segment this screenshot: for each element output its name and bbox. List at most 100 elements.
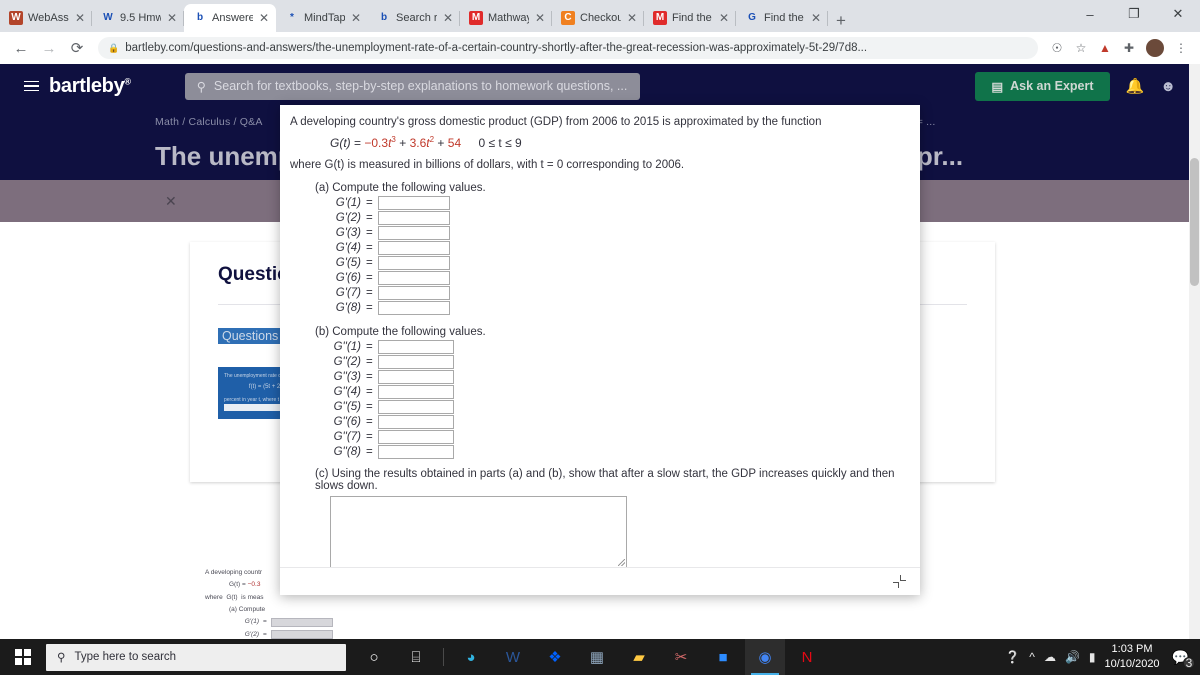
value-input[interactable] [377, 415, 454, 429]
dropbox-icon[interactable]: ❖ [535, 639, 575, 675]
page-scrollbar[interactable] [1189, 64, 1200, 639]
chegg-icon: C [561, 11, 575, 25]
windows-start-icon[interactable] [0, 649, 46, 665]
browser-tabs: W WebAssig ✕ W 9.5 Hmwk ✕ b Answered ✕ * MindTap -… [0, 0, 828, 32]
value-input[interactable] [377, 271, 450, 285]
value-row: G'(8) = [315, 301, 906, 315]
value-input[interactable] [377, 430, 454, 444]
close-tab-button[interactable]: ✕ [534, 12, 546, 24]
netflix-icon[interactable]: N [787, 639, 827, 675]
minimize-button[interactable]: – [1068, 7, 1112, 22]
value-input[interactable] [377, 256, 450, 270]
browser-tab[interactable]: b Answered ✕ [184, 4, 276, 32]
browser-tab[interactable]: G Find the p ✕ [736, 4, 828, 32]
collapse-fullscreen-icon[interactable] [893, 575, 906, 588]
value-row: G''(3) = [315, 370, 906, 384]
close-tab-button[interactable]: ✕ [626, 12, 638, 24]
zoom-out-icon[interactable]: ☉ [1046, 41, 1068, 55]
zoom-icon[interactable]: ■ [703, 639, 743, 675]
value-input[interactable] [377, 400, 454, 414]
close-tab-button[interactable]: ✕ [350, 12, 362, 24]
close-tab-button[interactable]: ✕ [810, 12, 822, 24]
value-input[interactable] [377, 211, 450, 225]
close-tab-button[interactable]: ✕ [442, 12, 454, 24]
browser-tab[interactable]: W 9.5 Hmwk ✕ [92, 4, 184, 32]
profile-avatar[interactable] [1146, 39, 1164, 57]
edge-icon[interactable]: ◕ [451, 639, 491, 675]
browser-tab[interactable]: M Mathway ✕ [460, 4, 552, 32]
mathway-icon: M [469, 11, 483, 25]
value-input[interactable] [377, 241, 450, 255]
bookmark-star-icon[interactable]: ☆ [1070, 41, 1092, 55]
snip-sketch-icon[interactable]: ✂ [661, 639, 701, 675]
value-input[interactable] [377, 340, 454, 354]
value-input[interactable] [377, 385, 454, 399]
taskbar-search-input[interactable]: ⚲ Type here to search [46, 643, 346, 671]
chrome-icon[interactable]: ◉ [745, 639, 785, 675]
notification-bell-icon[interactable]: 🔔 [1126, 77, 1145, 95]
value-input[interactable] [377, 445, 454, 459]
browser-tab[interactable]: W WebAssig ✕ [0, 4, 92, 32]
help-alert-icon[interactable]: ❔ [1005, 650, 1020, 664]
forward-button[interactable]: → [36, 40, 62, 57]
value-label: G'(2) [335, 212, 361, 224]
value-input[interactable] [377, 226, 450, 240]
scrollbar-thumb[interactable] [1190, 158, 1199, 286]
action-center-count: 3 [1183, 656, 1195, 670]
site-search-input[interactable]: ⚲ Search for textbooks, step-by-step exp… [184, 72, 640, 100]
close-icon[interactable]: ✕ [165, 193, 177, 210]
close-tab-button[interactable]: ✕ [258, 12, 270, 24]
breadcrumb-item-math[interactable]: Math [155, 116, 179, 128]
search-icon: ⚲ [57, 652, 66, 664]
battery-icon[interactable]: ▮ [1089, 650, 1096, 664]
equals-sign: = [366, 212, 373, 224]
value-input[interactable] [377, 301, 450, 315]
value-row: G'(5) = [315, 256, 906, 270]
taskbar-separator [443, 648, 444, 666]
value-input[interactable] [377, 355, 454, 369]
value-row: G''(8) = [315, 445, 906, 459]
file-explorer-icon[interactable]: ▰ [619, 639, 659, 675]
new-tab-button[interactable]: + [828, 12, 854, 32]
taskbar-clock[interactable]: 1:03 PM 10/10/2020 [1105, 642, 1160, 672]
chrome-menu-icon[interactable]: ⋮ [1170, 41, 1192, 55]
part-a-label: (a) Compute the following values. [315, 182, 486, 194]
word-icon[interactable]: W [493, 639, 533, 675]
close-window-button[interactable]: ✕ [1156, 6, 1200, 22]
hamburger-menu-icon[interactable] [24, 80, 39, 92]
volume-icon[interactable]: 🔊 [1065, 650, 1080, 664]
action-center-icon[interactable]: 💬 3 [1169, 649, 1195, 670]
breadcrumb-item-qa[interactable]: Q&A [240, 116, 262, 128]
value-input[interactable] [377, 196, 450, 210]
user-account-icon[interactable]: ☻ [1160, 78, 1176, 95]
value-input[interactable] [377, 286, 450, 300]
browser-tab[interactable]: * MindTap - ✕ [276, 4, 368, 32]
reload-button[interactable]: ⟳ [64, 39, 90, 57]
window-controls: – ❐ ✕ [1068, 0, 1200, 32]
browser-tab[interactable]: b Search res ✕ [368, 4, 460, 32]
maximize-button[interactable]: ❐ [1112, 6, 1156, 22]
resize-grip[interactable] [618, 559, 625, 566]
back-button[interactable]: ← [8, 40, 34, 57]
browser-tab[interactable]: M Find the D ✕ [644, 4, 736, 32]
value-input[interactable] [377, 370, 454, 384]
close-tab-button[interactable]: ✕ [166, 12, 178, 24]
show-hidden-icons-icon[interactable]: ^ [1029, 650, 1035, 664]
extensions-icon[interactable]: ✚ [1118, 41, 1140, 55]
breadcrumb-item-calculus[interactable]: Calculus [189, 116, 231, 128]
task-view-icon[interactable]: ⌸ [396, 639, 436, 675]
part-c-textarea[interactable] [330, 496, 627, 567]
close-tab-button[interactable]: ✕ [718, 12, 730, 24]
close-tab-button[interactable]: ✕ [74, 12, 86, 24]
address-bar-url: bartleby.com/questions-and-answers/the-u… [125, 42, 868, 54]
ask-an-expert-button[interactable]: ▤ Ask an Expert [975, 71, 1110, 101]
site-logo[interactable]: bartleby® [49, 75, 131, 98]
equals-sign: = [366, 431, 373, 443]
adobe-extension-icon[interactable]: ▲ [1094, 41, 1116, 55]
onedrive-icon[interactable]: ☁ [1044, 650, 1056, 664]
breadcrumb-sep: / [233, 116, 237, 128]
address-bar[interactable]: 🔒 bartleby.com/questions-and-answers/the… [98, 37, 1038, 59]
cortana-icon[interactable]: ○ [354, 639, 394, 675]
calculator-icon[interactable]: ▦ [577, 639, 617, 675]
browser-tab[interactable]: C Checkout ✕ [552, 4, 644, 32]
